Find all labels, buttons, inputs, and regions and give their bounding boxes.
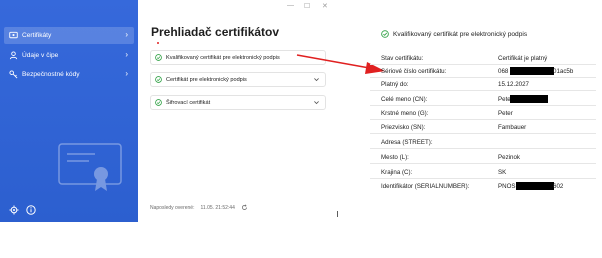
detail-row-surname: Priezvisko (SN): Fambauer [370, 121, 596, 134]
sidebar-item-certificates[interactable]: Certifikáty › [4, 27, 134, 44]
chevron-right-icon: › [125, 30, 128, 39]
detail-label: Identifikátor (SERIALNUMBER): [381, 183, 470, 190]
check-circle-icon [155, 76, 162, 83]
detail-row-city: Mesto (L): Pezinok [370, 151, 596, 164]
certificate-viewer-window: Certifikáty › Údaje v čipe › Bezpečnostn… [0, 0, 602, 222]
detail-row-street: Adresa (STREET): [370, 136, 596, 149]
detail-row-valid-until: Platný do: 15.12.2027 [370, 78, 596, 91]
detail-label: Platný do: [381, 81, 409, 88]
detail-value: 068 [498, 68, 509, 75]
detail-label: Krajina (C): [381, 169, 413, 176]
certificate-illustration-icon [58, 143, 122, 191]
detail-label: Krstné meno (G): [381, 110, 429, 117]
chevron-down-icon[interactable] [313, 99, 320, 106]
maximize-button[interactable]: ☐ [304, 2, 310, 10]
blank-area [0, 222, 602, 258]
detail-row-serial: Sériové číslo certifikátu: 068 01ac5b [370, 65, 596, 78]
detail-value-tail: 602 [553, 183, 564, 190]
chevron-right-icon: › [125, 50, 128, 59]
detail-row-serialnumber: Identifikátor (SERIALNUMBER): PNOS 602 [370, 180, 596, 193]
certificate-label: Kvalifikovaný certifikát pre elektronick… [166, 54, 280, 61]
detail-label: Adresa (STREET): [381, 139, 433, 146]
sidebar-item-label: Bezpečnostné kódy [22, 71, 80, 78]
detail-row-status: Stav certifikátu: Certifikát je platný [370, 52, 596, 65]
chevron-right-icon: › [125, 69, 128, 78]
detail-label: Mesto (L): [381, 154, 409, 161]
detail-value: SK [498, 169, 507, 176]
last-check-label: Naposledy overené: [150, 204, 195, 211]
detail-value-tail: 01ac5b [553, 68, 574, 75]
check-circle-icon [155, 54, 162, 61]
detail-header: Kvalifikovaný certifikát pre elektronick… [381, 30, 527, 38]
text-cursor-icon [337, 211, 338, 217]
last-check-status: Naposledy overené: 11.05. 21:52:44 [150, 204, 248, 211]
chip-data-icon [9, 51, 18, 60]
detail-value: 15.12.2027 [498, 81, 529, 88]
detail-value: Peter [498, 110, 513, 117]
redaction-bar [516, 182, 554, 190]
minimize-button[interactable]: — [287, 2, 294, 9]
chevron-down-icon[interactable] [313, 76, 320, 83]
refresh-icon[interactable] [241, 204, 248, 211]
detail-label: Stav certifikátu: [381, 55, 424, 62]
detail-row-given-name: Krstné meno (G): Peter [370, 107, 596, 120]
detail-label: Priezvisko (SN): [381, 124, 426, 131]
detail-label: Sériové číslo certifikátu: [381, 68, 447, 75]
sidebar: Certifikáty › Údaje v čipe › Bezpečnostn… [0, 0, 138, 222]
certificate-label: Šifrovací certifikát [166, 99, 211, 106]
last-check-value: 11.05. 21:52:44 [200, 204, 235, 211]
detail-label: Celé meno (CN): [381, 96, 428, 103]
page-title: Prehliadač certifikátov [151, 25, 280, 39]
redaction-bar [510, 95, 548, 103]
check-circle-icon [381, 30, 389, 38]
detail-row-country: Krajina (C): SK [370, 166, 596, 179]
detail-row-cn: Celé meno (CN): Pete [370, 93, 596, 106]
certificate-label: Certifikát pre elektronický podpis [166, 76, 247, 83]
detail-value: Pezinok [498, 154, 521, 161]
detail-title: Kvalifikovaný certifikát pre elektronick… [393, 30, 528, 38]
detail-value: Fambauer [498, 124, 527, 131]
sidebar-item-label: Certifikáty [22, 32, 52, 39]
detail-value: Pete [498, 96, 511, 103]
settings-icon[interactable] [9, 202, 19, 215]
info-icon[interactable] [26, 202, 36, 215]
certificate-icon [9, 31, 18, 40]
annotation-dot [157, 42, 159, 44]
sidebar-item-label: Údaje v čipe [22, 52, 59, 59]
sidebar-item-security-codes[interactable]: Bezpečnostné kódy › [4, 66, 134, 83]
redaction-bar [510, 67, 554, 75]
close-button[interactable]: ✕ [322, 2, 328, 10]
detail-value: Certifikát je platný [498, 55, 548, 62]
sidebar-item-chip-data[interactable]: Údaje v čipe › [4, 47, 134, 64]
detail-value: PNOS [498, 183, 516, 190]
certificate-item-encryption[interactable]: Šifrovací certifikát [150, 95, 326, 110]
check-circle-icon [155, 99, 162, 106]
key-icon [9, 70, 18, 79]
